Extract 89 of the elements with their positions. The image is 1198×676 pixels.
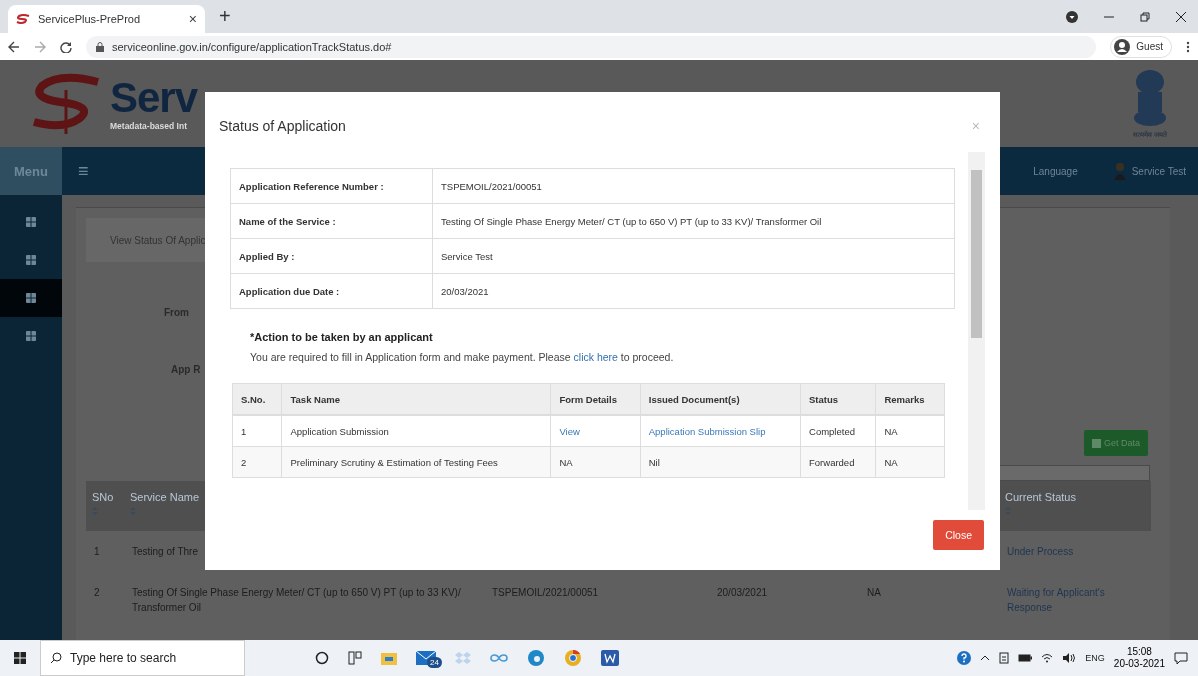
new-tab-button[interactable]: + (215, 5, 235, 28)
detail-value: Service Test (432, 238, 955, 274)
table-cell-text: 20/03/2021 (716, 586, 769, 600)
close-dialog-button[interactable]: Close (933, 520, 984, 550)
clock[interactable]: 15:08 20-03-2021 (1113, 646, 1165, 670)
hamburger-button[interactable]: ≡ (72, 159, 95, 183)
battery-icon[interactable] (1018, 654, 1033, 662)
url-text: serviceonline.gov.in/configure/applicationTrackStatus.do# (112, 40, 392, 53)
profile-button[interactable]: Guest (1110, 35, 1172, 58)
infinity-icon[interactable] (490, 653, 508, 663)
wifi-icon[interactable] (1041, 653, 1054, 663)
column-header: Issued Document(s) (640, 383, 801, 415)
word-icon[interactable] (601, 650, 619, 666)
table-cell-text: Waiting for Applicant's Response (1006, 586, 1106, 615)
document-icon[interactable] (999, 652, 1010, 664)
chevron-up-icon[interactable] (980, 655, 991, 661)
mail-badge: 24 (427, 657, 442, 668)
folder-icon[interactable] (381, 651, 397, 665)
table-cell: NA (550, 446, 641, 478)
detail-value: TSPEMOIL/2021/00051 (432, 168, 955, 204)
table-cell-text: 2 (93, 586, 101, 600)
logo-text: Serv (110, 76, 198, 120)
column-header: Task Name (282, 383, 551, 415)
cortana-icon[interactable] (315, 651, 329, 665)
dialog-title: Status of Application (219, 118, 346, 134)
table-cell-text: 1 (93, 545, 101, 559)
task-view-icon[interactable] (348, 651, 362, 665)
volume-icon[interactable] (1062, 653, 1077, 663)
column-header[interactable]: SNo (92, 491, 118, 503)
windows-start-icon[interactable] (14, 652, 26, 664)
sidebar-item[interactable] (0, 279, 62, 317)
table-cell-text: TSPEMOIL/2021/00051 (491, 586, 600, 600)
detail-value: Testing Of Single Phase Energy Meter/ CT (up to 650 V) PT (up to 33 KV)/ Transformer Oil (432, 203, 955, 239)
table-link[interactable]: Application Submission Slip (648, 425, 766, 437)
grid-icon (26, 255, 36, 265)
detail-label: Application due Date : (230, 273, 433, 309)
language-indicator[interactable]: ENG (1085, 653, 1105, 663)
save-icon (1091, 438, 1101, 448)
user-avatar-icon (1113, 162, 1126, 180)
site-logo-icon (30, 71, 102, 136)
profile-dot-icon[interactable] (1066, 10, 1078, 23)
table-cell-text: Testing Of Single Phase Energy Meter/ CT (up to 650 V) PT (up to 33 KV)/ Transformer Oil (131, 586, 462, 615)
action-heading: *Action to be taken by an applicant (250, 331, 434, 343)
close-icon[interactable] (1176, 11, 1186, 22)
scrollbar[interactable] (968, 152, 985, 510)
column-header: S.No. (232, 383, 282, 415)
table-cell: Nil (640, 446, 801, 478)
language-menu[interactable]: Language (1033, 165, 1078, 177)
edge-icon[interactable] (527, 649, 545, 667)
browser-tab[interactable]: ServicePlus-PreProd × (8, 5, 205, 33)
table-link[interactable]: View (559, 425, 580, 437)
table-cell-text: Testing of Thre (131, 545, 199, 559)
table-cell: Completed (800, 415, 876, 447)
detail-value: 20/03/2021 (432, 273, 955, 309)
table-cell: 1 (232, 415, 282, 447)
logo-tagline: Metadata-based Int (110, 121, 188, 131)
reload-icon[interactable] (60, 40, 72, 53)
more-icon[interactable] (1186, 40, 1190, 53)
grid-icon (26, 331, 36, 341)
column-header: Remarks (875, 383, 945, 415)
grid-icon (26, 217, 36, 227)
chrome-icon[interactable] (564, 649, 582, 667)
restore-icon[interactable] (1140, 11, 1150, 22)
detail-label: Applied By : (230, 238, 433, 274)
address-bar[interactable]: serviceonline.gov.in/configure/applicationTrackStatus.do# (86, 35, 1097, 58)
table-cell: NA (875, 415, 945, 447)
column-header: Status (800, 383, 876, 415)
table-cell-text: Under Process (1006, 545, 1075, 559)
user-name[interactable]: Service Test (1131, 165, 1186, 177)
table-cell: 2 (232, 446, 282, 478)
avatar-icon (1114, 38, 1131, 55)
logo-icon (16, 14, 30, 24)
click-here-link[interactable]: click here (573, 351, 618, 363)
table-cell-text: NA (866, 586, 882, 600)
grid-icon (26, 293, 36, 303)
detail-label: Application Reference Number : (230, 168, 433, 204)
column-header: Form Details (550, 383, 641, 415)
action-text: You are required to fill in Application form and make payment. Please click here to proceed. (250, 351, 675, 363)
notification-icon[interactable] (1174, 651, 1188, 665)
tab-title: ServicePlus-PreProd (38, 13, 142, 25)
tab-close-button[interactable]: × (188, 11, 197, 27)
table-cell: Preliminary Scrutiny & Estimation of Testing Fees (282, 446, 551, 478)
table-cell: NA (875, 446, 945, 478)
help-icon[interactable] (957, 651, 972, 665)
table-cell: Forwarded (800, 446, 876, 478)
detail-label: Name of the Service : (230, 203, 433, 239)
back-icon[interactable] (8, 40, 20, 53)
lock-icon (96, 41, 104, 52)
table-cell: Application Submission (282, 415, 551, 447)
